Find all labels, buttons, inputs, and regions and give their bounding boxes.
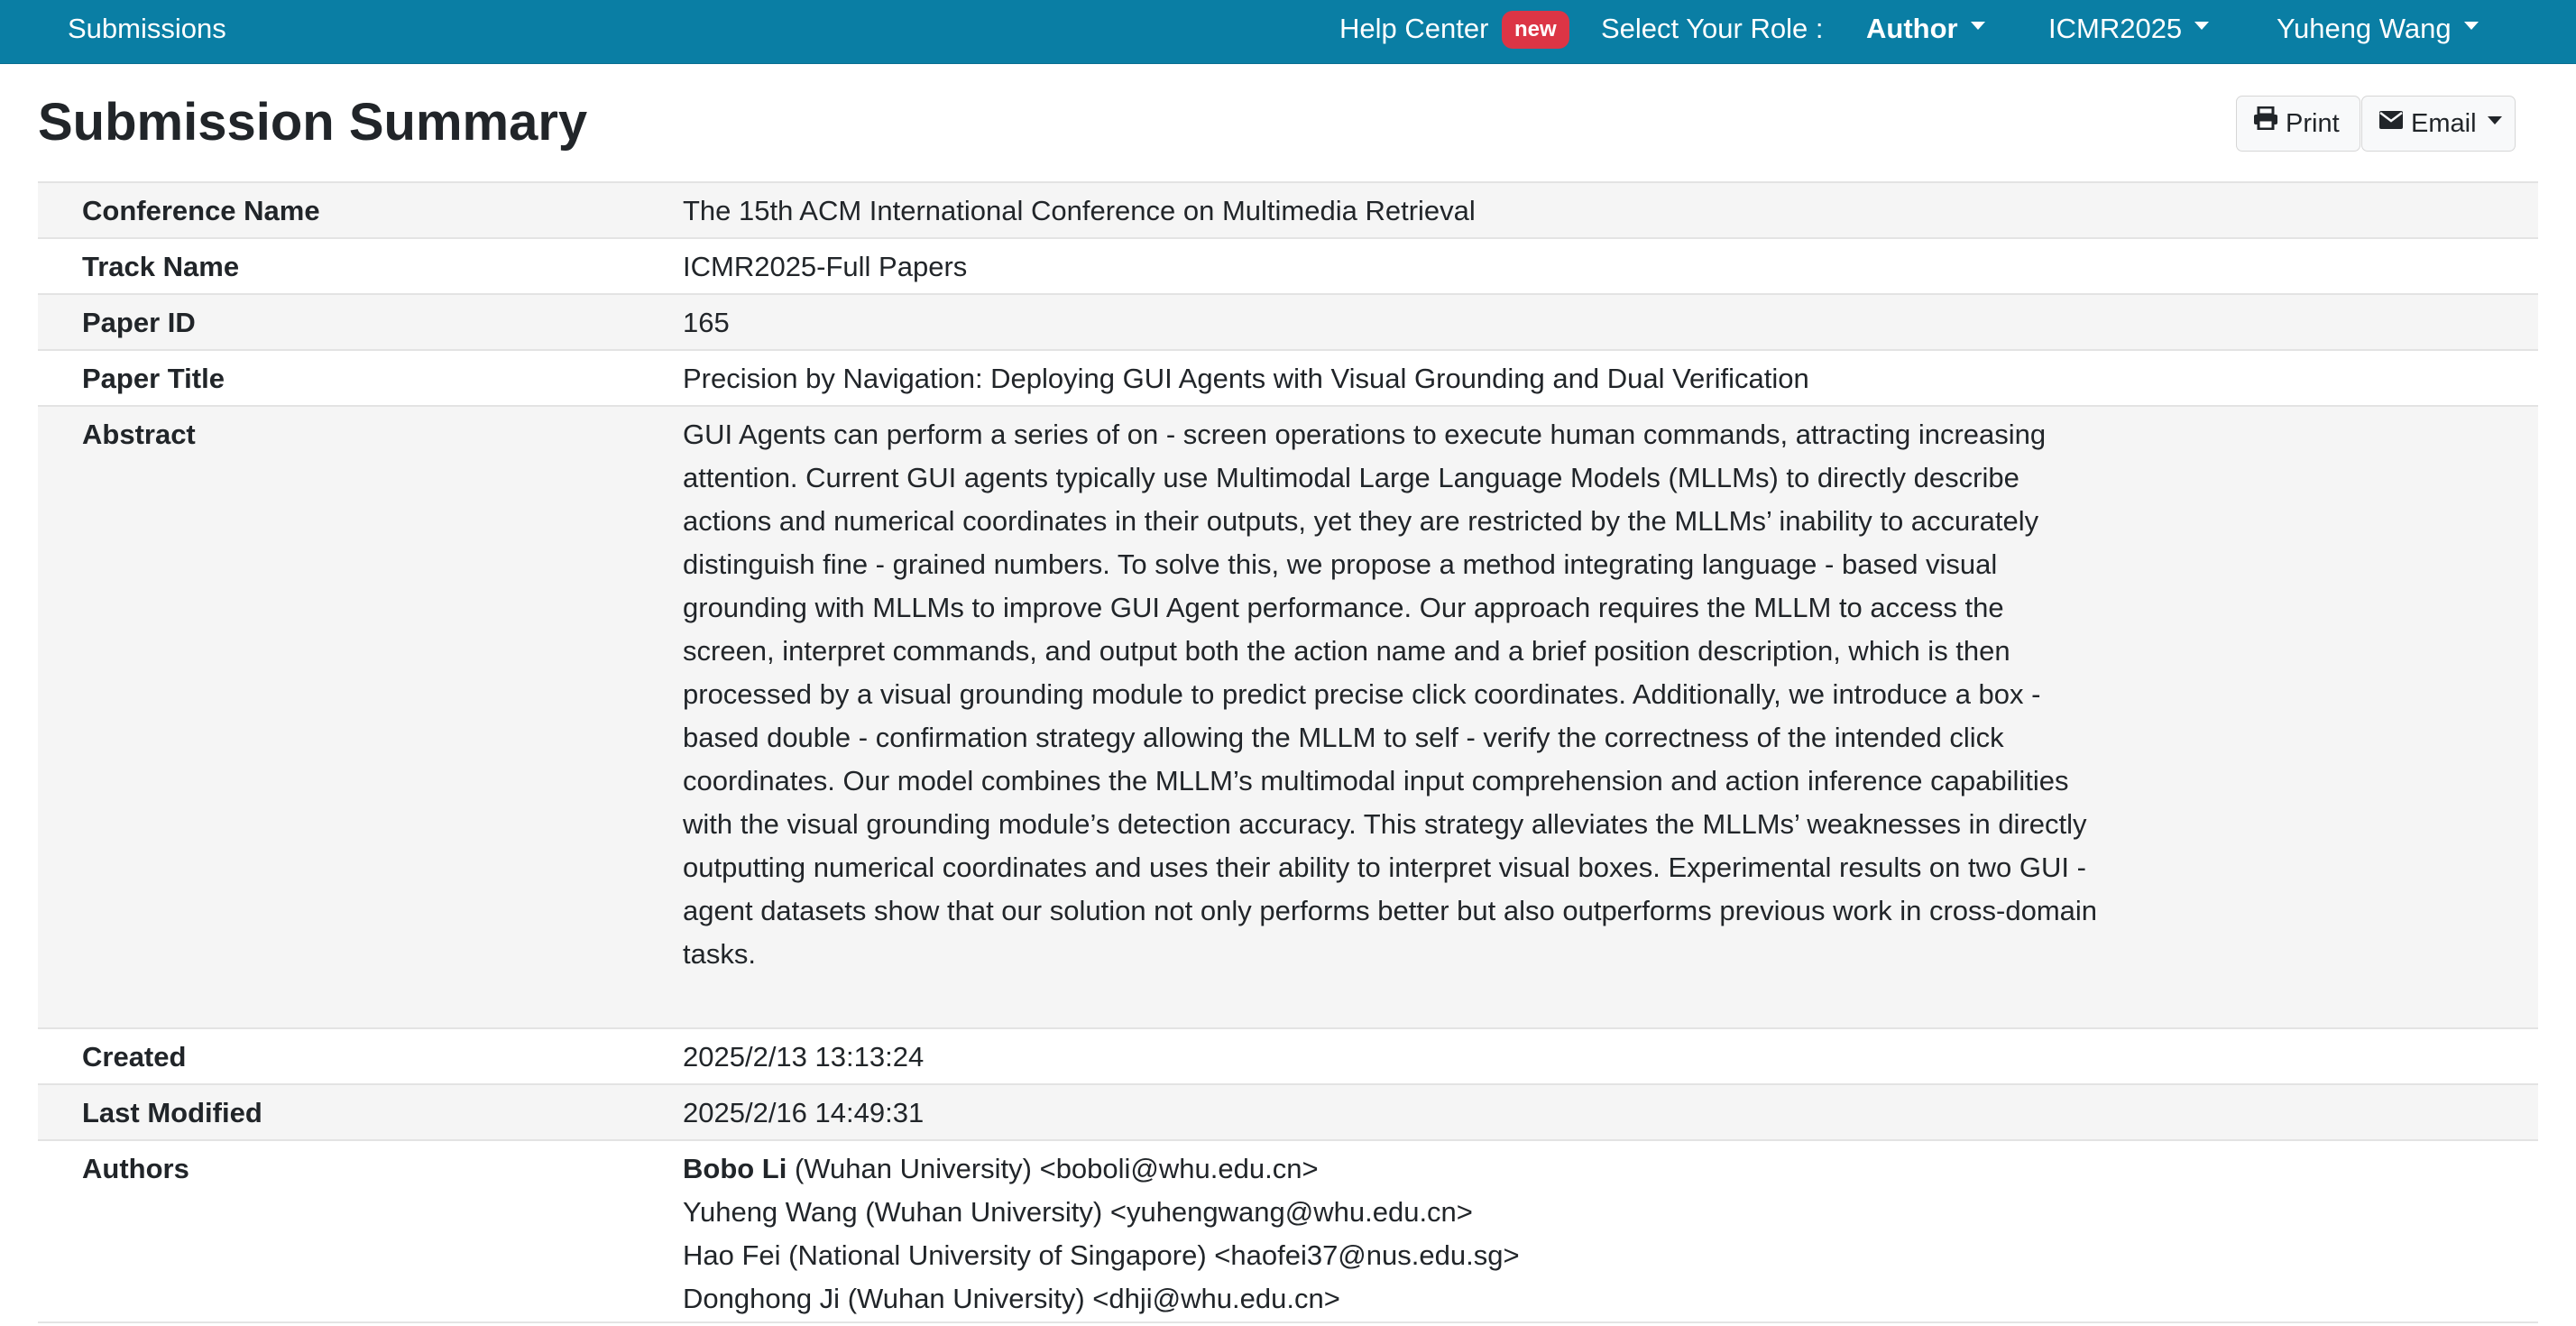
paper-title-value: Precision by Navigation: Deploying GUI A… (683, 363, 1809, 394)
table-row-last-modified: Last Modified 2025/2/16 14:49:31 (38, 1083, 2538, 1139)
printer-icon (2253, 95, 2278, 149)
table-row-track-name: Track Name ICMR2025-Full Papers (38, 237, 2538, 293)
conference-name-value: The 15th ACM International Conference on… (683, 195, 1476, 226)
author-details: (Wuhan University) <boboli@whu.edu.cn> (787, 1153, 1319, 1184)
print-button[interactable]: Print (2236, 96, 2360, 152)
paper-id-value: 165 (683, 307, 730, 338)
authors-list: Bobo Li (Wuhan University) <boboli@whu.e… (683, 1147, 2099, 1321)
table-row-abstract: Abstract GUI Agents can perform a series … (38, 405, 2538, 1027)
author-details: (National University of Singapore) <haof… (780, 1239, 1520, 1271)
author-name: Bobo Li (683, 1153, 787, 1184)
chevron-down-icon (2194, 22, 2210, 31)
role-dropdown-value: Author (1866, 13, 1958, 44)
nav-submissions-link[interactable]: Submissions (68, 0, 226, 58)
row-label: Created (82, 1041, 187, 1073)
track-name-value: ICMR2025-Full Papers (683, 251, 968, 282)
row-label: Abstract (82, 419, 196, 450)
table-row-created: Created 2025/2/13 13:13:24 (38, 1027, 2538, 1083)
author-details: (Wuhan University) <yuhengwang@whu.edu.c… (857, 1196, 1473, 1228)
table-bottom-border (38, 1321, 2538, 1323)
author-item: Bobo Li (Wuhan University) <boboli@whu.e… (683, 1147, 2099, 1191)
chevron-down-icon (1970, 22, 1985, 31)
author-item: Donghong Ji (Wuhan University) <dhji@whu… (683, 1277, 2099, 1321)
user-menu-dropdown[interactable]: Yuheng Wang (2277, 0, 2479, 58)
chevron-down-icon (2463, 22, 2479, 31)
author-name: Yuheng Wang (683, 1196, 858, 1228)
row-label: Authors (82, 1153, 189, 1184)
print-button-label: Print (2286, 109, 2340, 138)
row-label: Conference Name (82, 195, 320, 226)
row-label: Track Name (82, 251, 240, 282)
author-details: (Wuhan University) <dhji@whu.edu.cn> (840, 1283, 1340, 1314)
table-row-authors: Authors Bobo Li (Wuhan University) <bobo… (38, 1139, 2538, 1325)
row-label: Paper ID (82, 307, 196, 338)
author-name: Hao Fei (683, 1239, 781, 1271)
submission-summary-table: Conference Name The 15th ACM Internationa… (38, 181, 2538, 1325)
author-name: Donghong Ji (683, 1283, 841, 1314)
help-center-new-badge: new (1502, 11, 1569, 49)
envelope-icon (2378, 95, 2404, 149)
email-dropdown-button[interactable]: Email (2361, 96, 2516, 152)
last-modified-value: 2025/2/16 14:49:31 (683, 1097, 925, 1128)
abstract-value: GUI Agents can perform a series of on - … (683, 419, 2098, 970)
table-row-paper-id: Paper ID 165 (38, 293, 2538, 349)
page-title: Submission Summary (38, 93, 588, 152)
role-select-label: Select Your Role : (1601, 13, 1824, 44)
user-menu-name: Yuheng Wang (2277, 13, 2452, 44)
conference-dropdown[interactable]: ICMR2025 (2048, 0, 2210, 58)
top-navbar: Submissions Help Center new Select Your … (0, 0, 2576, 64)
table-row-conference-name: Conference Name The 15th ACM Internationa… (38, 181, 2538, 237)
author-item: Yuheng Wang (Wuhan University) <yuhengwa… (683, 1191, 2099, 1234)
row-label: Paper Title (82, 363, 225, 394)
created-value: 2025/2/13 13:13:24 (683, 1041, 925, 1073)
chevron-down-icon (2487, 115, 2502, 124)
conference-dropdown-value: ICMR2025 (2048, 13, 2183, 44)
email-button-label: Email (2411, 109, 2477, 138)
table-row-paper-title: Paper Title Precision by Navigation: Depl… (38, 349, 2538, 405)
author-item: Hao Fei (National University of Singapor… (683, 1234, 2099, 1277)
row-label: Last Modified (82, 1097, 262, 1128)
role-dropdown[interactable]: Author (1866, 0, 1985, 58)
nav-help-center-link[interactable]: Help Center (1339, 0, 1488, 58)
